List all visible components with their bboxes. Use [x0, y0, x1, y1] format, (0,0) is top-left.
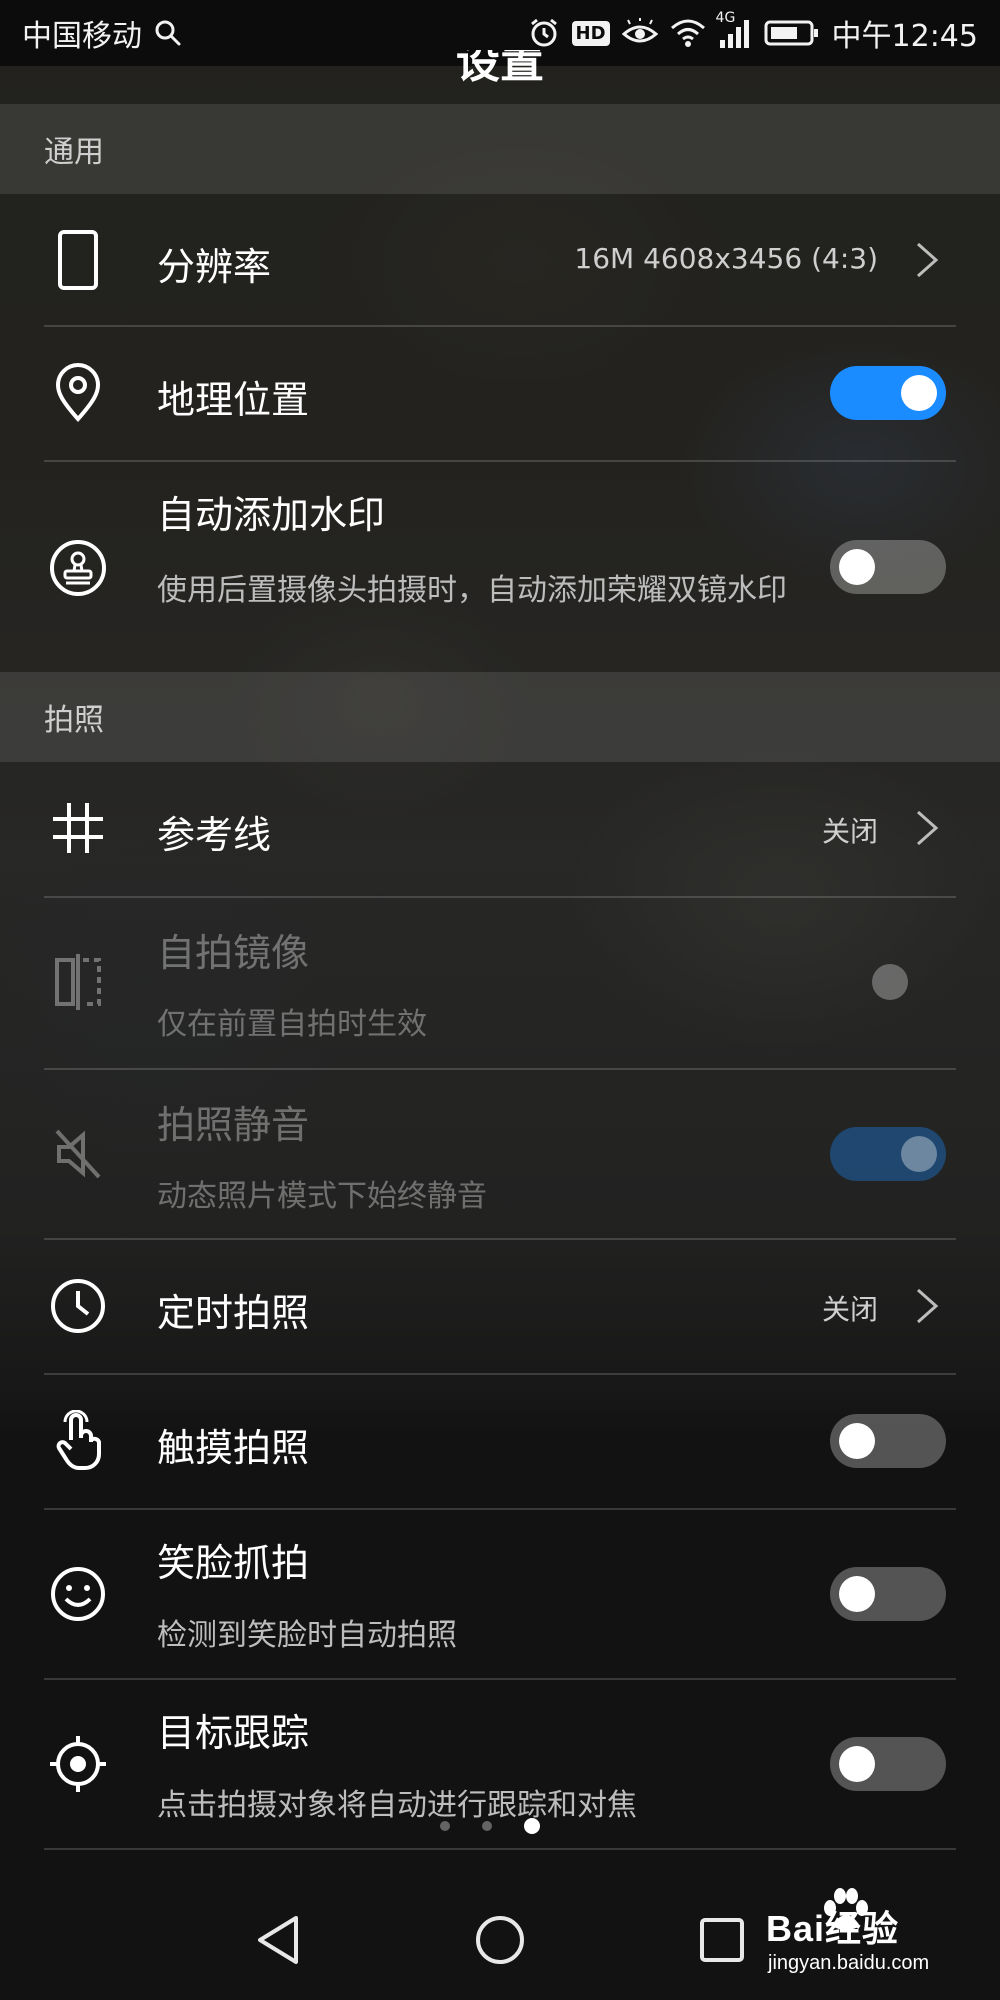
- hd-badge: HD: [571, 20, 610, 46]
- section-header-photo: 拍照: [0, 672, 1000, 762]
- watermark-url: jingyan.baidu.com: [768, 1952, 930, 1974]
- setting-description: 仅在前置自拍时生效: [157, 1007, 427, 1042]
- setting-description: 使用后置摄像头拍摄时，自动添加荣耀双镜水印: [157, 573, 787, 608]
- setting-resolution[interactable]: 分辨率 16M 4608x3456 (4:3): [0, 194, 1000, 326]
- toggle-knob: [901, 1136, 937, 1172]
- toggle-knob: [839, 1746, 875, 1782]
- setting-timer[interactable]: 定时拍照 关闭: [0, 1240, 1000, 1373]
- clock-icon: [42, 1270, 114, 1342]
- setting-value: 关闭: [821, 815, 878, 848]
- toggle-knob: [839, 1423, 875, 1459]
- watermark-brand: Bai经验: [766, 1908, 900, 1949]
- mirror-icon: [42, 946, 114, 1018]
- setting-label: 自动添加水印: [157, 493, 386, 537]
- home-circle-icon: [476, 1916, 524, 1964]
- signal-icon: 4G: [716, 10, 752, 48]
- page-title-container: 设置: [0, 50, 1000, 100]
- setting-watermark[interactable]: 自动添加水印 使用后置摄像头拍摄时，自动添加荣耀双镜水印: [0, 462, 1000, 672]
- baidu-jingyan-watermark: Bai经验 jingyan.baidu.com: [766, 1888, 986, 1986]
- page-indicator: [440, 1818, 540, 1834]
- home-button[interactable]: [470, 1910, 530, 1970]
- setting-label: 拍照静音: [157, 1103, 310, 1147]
- target-icon: [42, 1728, 114, 1800]
- mirror-toggle: [830, 955, 946, 1009]
- page-title: 设置: [456, 50, 544, 88]
- setting-description: 检测到笑脸时自动拍照: [157, 1618, 457, 1653]
- battery-icon: [764, 19, 820, 47]
- setting-label: 分辨率: [157, 245, 272, 289]
- section-header-general: 通用: [0, 104, 1000, 194]
- chevron-right-icon: [917, 810, 939, 846]
- setting-label: 定时拍照: [157, 1291, 310, 1335]
- setting-mute: 拍照静音 动态照片模式下始终静音: [0, 1070, 1000, 1240]
- stamp-icon: [42, 532, 114, 604]
- setting-label: 目标跟踪: [157, 1711, 310, 1755]
- toggle-knob: [839, 1576, 875, 1612]
- recents-button[interactable]: [692, 1910, 752, 1970]
- setting-touch[interactable]: 触摸拍照: [0, 1375, 1000, 1508]
- section-title-general: 通用: [44, 135, 104, 170]
- location-pin-icon: [42, 357, 114, 429]
- recents-square-icon: [700, 1918, 744, 1962]
- setting-location[interactable]: 地理位置: [0, 327, 1000, 460]
- setting-label: 地理位置: [157, 378, 310, 422]
- page-dot: [482, 1821, 492, 1831]
- eye-comfort-icon: [621, 18, 658, 48]
- setting-grid[interactable]: 参考线 关闭: [0, 762, 1000, 895]
- alarm-icon: [528, 17, 560, 49]
- carrier-name: 中国移动: [22, 19, 142, 54]
- smile-toggle[interactable]: [830, 1567, 946, 1621]
- grid-icon: [42, 792, 114, 864]
- setting-smile[interactable]: 笑脸抓拍 检测到笑脸时自动拍照: [0, 1510, 1000, 1678]
- setting-value: 16M 4608x3456 (4:3): [574, 242, 878, 275]
- page-dot: [440, 1821, 450, 1831]
- tracking-toggle[interactable]: [830, 1737, 946, 1791]
- setting-value: 关闭: [821, 1293, 878, 1326]
- toggle-knob: [872, 964, 908, 1000]
- page-dot-active: [524, 1818, 540, 1834]
- mute-icon: [42, 1118, 114, 1190]
- network-type: 4G: [715, 10, 736, 26]
- setting-description: 动态照片模式下始终静音: [157, 1179, 487, 1214]
- section-title-photo: 拍照: [44, 703, 104, 738]
- touch-icon: [42, 1405, 114, 1477]
- smile-icon: [42, 1558, 114, 1630]
- mute-toggle: [830, 1127, 946, 1181]
- chevron-right-icon: [917, 242, 939, 278]
- toggle-knob: [901, 375, 937, 411]
- clock-time: 中午12:45: [831, 19, 978, 54]
- search-icon: [154, 19, 182, 47]
- location-toggle[interactable]: [830, 366, 946, 420]
- toggle-knob: [839, 549, 875, 585]
- wifi-icon: [670, 18, 706, 48]
- back-triangle-icon: [258, 1916, 298, 1964]
- touch-toggle[interactable]: [830, 1414, 946, 1468]
- setting-label: 笑脸抓拍: [157, 1541, 310, 1585]
- chevron-right-icon: [917, 1288, 939, 1324]
- watermark-toggle[interactable]: [830, 540, 946, 594]
- phone-icon: [42, 224, 114, 296]
- setting-label: 触摸拍照: [157, 1426, 310, 1470]
- setting-label: 自拍镜像: [157, 931, 310, 975]
- setting-label: 参考线: [157, 813, 272, 857]
- setting-mirror: 自拍镜像 仅在前置自拍时生效: [0, 898, 1000, 1068]
- divider: [44, 1848, 956, 1850]
- back-button[interactable]: [248, 1910, 308, 1970]
